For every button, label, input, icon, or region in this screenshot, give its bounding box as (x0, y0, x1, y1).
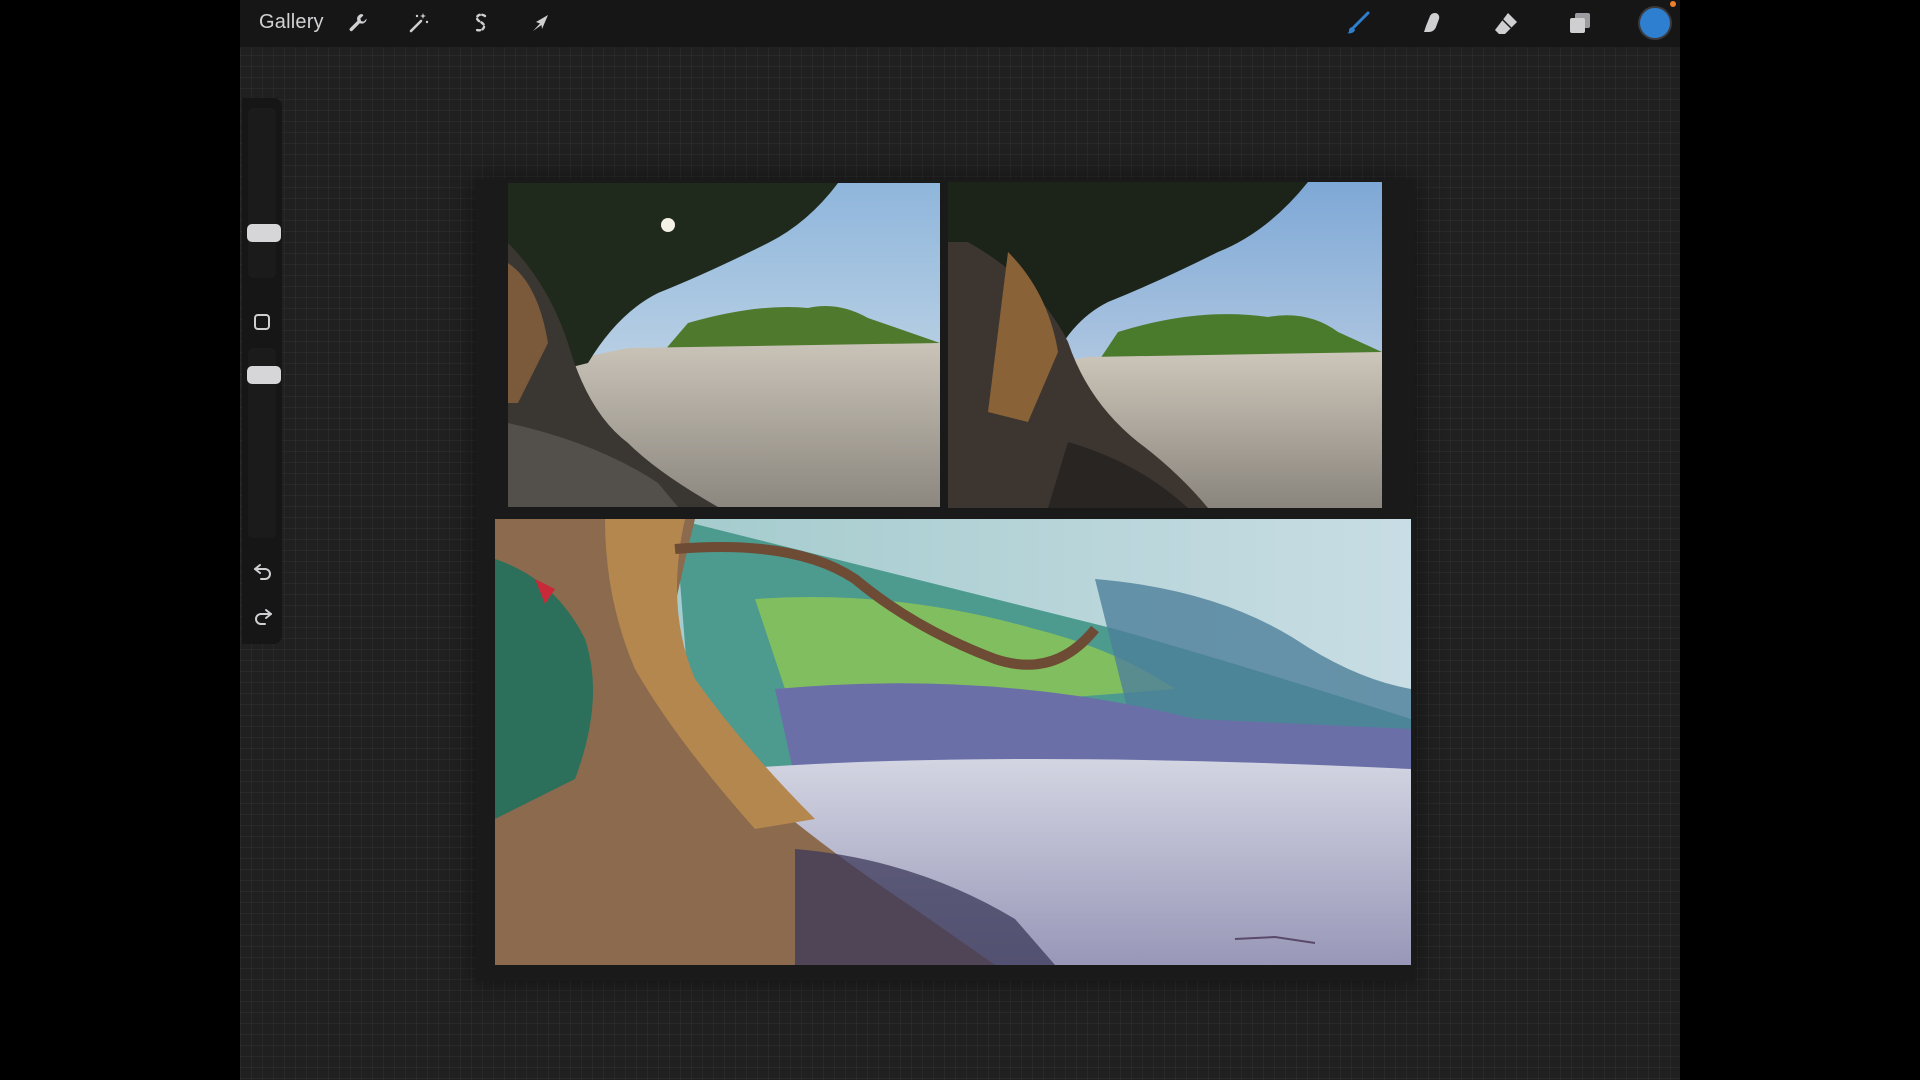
arrow-cursor-icon[interactable] (527, 10, 553, 36)
wrench-icon[interactable] (345, 10, 371, 36)
procreate-app: Gallery (240, 0, 1680, 1080)
eraser-icon[interactable] (1493, 10, 1519, 36)
top-toolbar: Gallery (240, 0, 1680, 47)
left-sidebar (242, 98, 282, 644)
brush-size-thumb[interactable] (247, 224, 281, 242)
modify-button-square-icon[interactable] (254, 314, 270, 330)
drawing-canvas[interactable] (475, 179, 1415, 981)
redo-icon[interactable] (252, 605, 274, 627)
opacity-thumb[interactable] (247, 366, 281, 384)
smudge-finger-icon[interactable] (1418, 10, 1444, 36)
painting (495, 519, 1411, 965)
magic-wand-icon[interactable] (406, 10, 432, 36)
notification-dot (1670, 1, 1676, 7)
color-picker-swatch[interactable] (1640, 8, 1670, 38)
reference-photo-2 (948, 182, 1382, 508)
layers-icon[interactable] (1567, 10, 1593, 36)
selection-s-icon[interactable] (467, 10, 493, 36)
reference-photo-1 (508, 183, 940, 507)
brush-size-slider[interactable] (248, 108, 276, 278)
gallery-button[interactable]: Gallery (259, 11, 324, 34)
brush-icon[interactable] (1345, 10, 1371, 36)
undo-icon[interactable] (252, 560, 274, 582)
